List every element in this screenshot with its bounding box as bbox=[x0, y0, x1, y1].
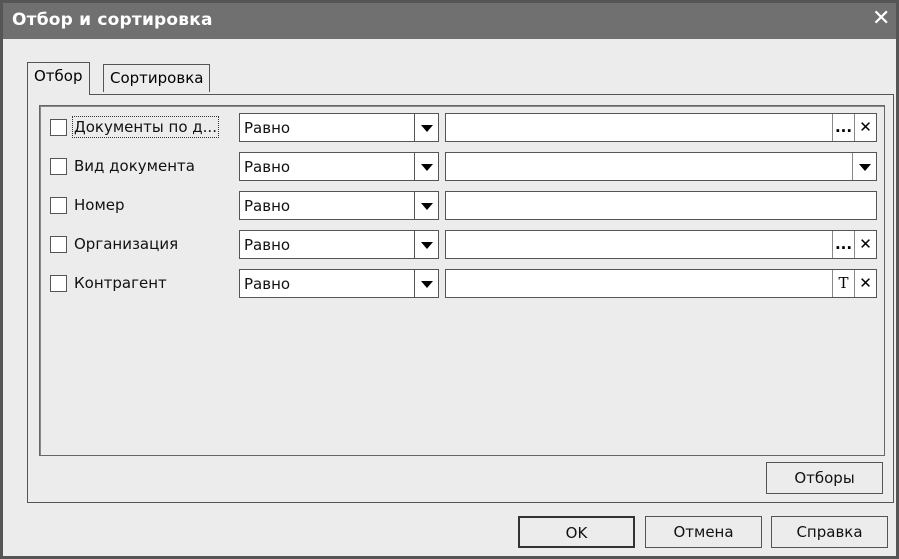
filter-row: Документы по д... Равно ... ✕ bbox=[3, 113, 899, 143]
filter-value-field[interactable] bbox=[445, 191, 877, 220]
text-type-icon[interactable]: T bbox=[832, 270, 854, 297]
tab-filter[interactable]: Отбор bbox=[27, 62, 90, 95]
select-ellipsis-button[interactable]: ... bbox=[832, 231, 854, 258]
close-icon[interactable]: ✕ bbox=[872, 7, 890, 31]
condition-value: Равно bbox=[244, 236, 291, 254]
ok-button[interactable]: OK bbox=[518, 516, 635, 548]
filter-value-field[interactable]: ... ✕ bbox=[445, 230, 877, 259]
dropdown-arrow-icon[interactable] bbox=[414, 192, 438, 219]
dropdown-arrow-icon[interactable] bbox=[414, 153, 438, 180]
condition-value: Равно bbox=[244, 197, 291, 215]
select-ellipsis-button[interactable]: ... bbox=[832, 114, 854, 141]
filter-checkbox[interactable] bbox=[50, 197, 67, 214]
dialog-title: Отбор и сортировка bbox=[12, 10, 213, 30]
condition-value: Равно bbox=[244, 119, 291, 137]
tab-filter-label: Отбор bbox=[34, 67, 83, 85]
condition-select[interactable]: Равно bbox=[239, 269, 439, 298]
filter-checkbox[interactable] bbox=[50, 158, 67, 175]
help-button[interactable]: Справка bbox=[771, 516, 888, 548]
filter-sort-dialog: Отбор и сортировка ✕ Отбор Сортировка До… bbox=[0, 0, 899, 559]
filter-value-field[interactable] bbox=[445, 152, 877, 181]
condition-select[interactable]: Равно bbox=[239, 191, 439, 220]
condition-value: Равно bbox=[244, 158, 291, 176]
filter-label: Вид документа bbox=[74, 157, 195, 175]
dropdown-arrow-icon[interactable] bbox=[414, 270, 438, 297]
filter-label: Контрагент bbox=[74, 274, 167, 292]
tab-sorting-label: Сортировка bbox=[110, 69, 204, 87]
filter-checkbox[interactable] bbox=[50, 275, 67, 292]
title-bar[interactable]: Отбор и сортировка ✕ bbox=[3, 3, 896, 39]
condition-select[interactable]: Равно bbox=[239, 152, 439, 181]
filter-label: Организация bbox=[74, 235, 179, 253]
filter-value-field[interactable]: T ✕ bbox=[445, 269, 877, 298]
filter-row: Вид документа Равно bbox=[3, 152, 899, 182]
filter-label[interactable]: Документы по д... bbox=[72, 116, 219, 138]
clear-icon[interactable]: ✕ bbox=[854, 231, 876, 258]
dropdown-arrow-icon[interactable] bbox=[852, 153, 876, 180]
condition-select[interactable]: Равно bbox=[239, 113, 439, 142]
filter-checkbox[interactable] bbox=[50, 119, 67, 136]
condition-value: Равно bbox=[244, 275, 291, 293]
filter-checkbox[interactable] bbox=[50, 236, 67, 253]
cancel-button[interactable]: Отмена bbox=[645, 516, 762, 548]
filters-button[interactable]: Отборы bbox=[766, 462, 883, 494]
dropdown-arrow-icon[interactable] bbox=[414, 114, 438, 141]
condition-select[interactable]: Равно bbox=[239, 230, 439, 259]
filter-label: Номер bbox=[74, 196, 125, 214]
clear-icon[interactable]: ✕ bbox=[854, 114, 876, 141]
tab-sorting[interactable]: Сортировка bbox=[103, 64, 211, 92]
dropdown-arrow-icon[interactable] bbox=[414, 231, 438, 258]
clear-icon[interactable]: ✕ bbox=[854, 270, 876, 297]
filter-row: Номер Равно bbox=[3, 191, 899, 221]
filter-row: Организация Равно ... ✕ bbox=[3, 230, 899, 260]
filter-row: Контрагент Равно T ✕ bbox=[3, 269, 899, 299]
filter-value-field[interactable]: ... ✕ bbox=[445, 113, 877, 142]
